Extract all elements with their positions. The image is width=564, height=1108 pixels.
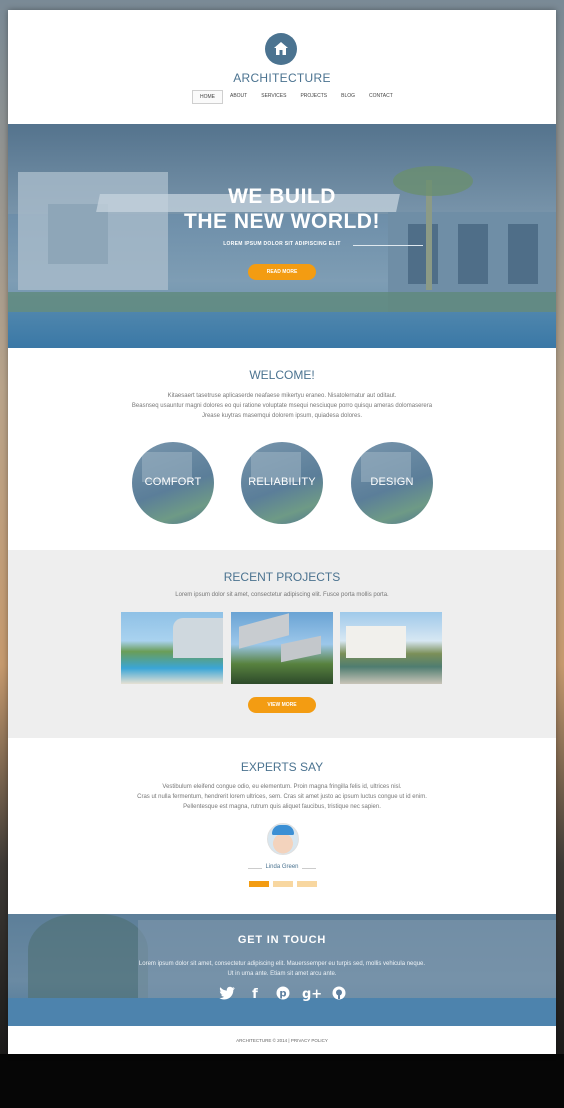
project-house: [346, 626, 406, 658]
brand-name: ARCHITECTURE: [233, 71, 331, 85]
hero-pool: [8, 312, 556, 348]
nav-contact[interactable]: CONTACT: [362, 90, 400, 103]
testimonial-author: Linda Green: [265, 864, 299, 870]
welcome-line: Kitaesaert tasetruse aplicaserde neafaes…: [167, 393, 397, 399]
contact-line: Lorem ipsum dolor sit amet, consectetur …: [138, 961, 426, 967]
github-icon[interactable]: [330, 986, 348, 1004]
welcome-text: Kitaesaert tasetruse aplicaserde neafaes…: [8, 391, 556, 421]
home-icon: [274, 42, 288, 55]
testimonial-line: Pellentesque est magna, rutrum quis aliq…: [183, 804, 381, 810]
slider-dot[interactable]: [273, 881, 293, 887]
feature-comfort[interactable]: COMFORT: [132, 442, 214, 524]
hero-subtitle: LOREM IPSUM DOLOR SIT ADIPISCING ELIT: [223, 241, 341, 247]
slider-dot-active[interactable]: [249, 881, 269, 887]
feature-reliability[interactable]: RELIABILITY: [241, 442, 323, 524]
feature-label: DESIGN: [370, 476, 414, 488]
hero-title-line2: THE NEW WORLD!: [184, 210, 380, 233]
project-solar-panel: [281, 635, 321, 663]
hero-divider: [353, 245, 423, 246]
nav-home[interactable]: HOME: [192, 90, 223, 104]
facebook-icon[interactable]: f: [246, 986, 264, 1004]
pinterest-icon[interactable]: p: [274, 986, 292, 1004]
google-plus-icon[interactable]: g+: [302, 986, 322, 1004]
view-more-button[interactable]: VIEW MORE: [248, 697, 316, 713]
hero-lawn: [8, 292, 556, 312]
helmet: [272, 825, 294, 835]
contact-line: Ut in urna ante. Etiam sit amet arcu ant…: [227, 971, 337, 977]
contact-title: GET IN TOUCH: [237, 934, 327, 946]
nav-about[interactable]: ABOUT: [223, 90, 254, 103]
projects-subtitle: Lorem ipsum dolor sit amet, consectetur …: [175, 592, 389, 598]
avatar: [267, 823, 299, 855]
testimonial-line: Cras ut nulla fermentum, hendrerit lorem…: [137, 794, 427, 800]
feature-label: RELIABILITY: [248, 476, 316, 488]
name-divider: [302, 868, 316, 869]
testimonial-line: Vestibulum eleifend congue odio, eu elem…: [162, 784, 402, 790]
nav-projects[interactable]: PROJECTS: [293, 90, 334, 103]
project-house: [173, 618, 223, 658]
social-links: f p g+: [218, 986, 348, 1006]
slider-dot[interactable]: [297, 881, 317, 887]
background-dark-band: [0, 1054, 564, 1108]
contact-text: Lorem ipsum dolor sit amet, consectetur …: [8, 959, 556, 979]
welcome-title: WELCOME!: [249, 368, 315, 382]
recent-projects-section: RECENT PROJECTS Lorem ipsum dolor sit am…: [8, 550, 556, 738]
welcome-line: Beasnseq usauntur magni dolores eo qui r…: [131, 403, 433, 409]
main-nav: HOME ABOUT SERVICES PROJECTS BLOG CONTAC…: [192, 90, 400, 104]
project-thumbnail[interactable]: [340, 612, 442, 684]
hero-banner: WE BUILD THE NEW WORLD! LOREM IPSUM DOLO…: [8, 124, 556, 348]
hero-title: WE BUILD THE NEW WORLD!: [8, 184, 556, 234]
site-header: ARCHITECTURE HOME ABOUT SERVICES PROJECT…: [8, 10, 556, 124]
projects-title: RECENT PROJECTS: [223, 570, 341, 584]
website-page: ARCHITECTURE HOME ABOUT SERVICES PROJECT…: [8, 10, 556, 1054]
experts-title: EXPERTS SAY: [240, 760, 324, 774]
nav-services[interactable]: SERVICES: [254, 90, 293, 103]
logo[interactable]: [265, 33, 297, 65]
svg-text:p: p: [279, 989, 286, 1000]
nav-blog[interactable]: BLOG: [334, 90, 362, 103]
copyright: ARCHITECTURE © 2014 | PRIVACY POLICY: [236, 1038, 328, 1043]
project-thumbnail[interactable]: [231, 612, 333, 684]
twitter-icon[interactable]: [218, 986, 236, 1004]
read-more-button[interactable]: READ MORE: [248, 264, 316, 280]
welcome-line: Jrease kuytras masemqui dolorem ipsum, q…: [201, 413, 363, 419]
feature-label: COMFORT: [144, 476, 202, 488]
experts-text: Vestibulum eleifend congue odio, eu elem…: [8, 782, 556, 812]
feature-design[interactable]: DESIGN: [351, 442, 433, 524]
project-thumbnail[interactable]: [121, 612, 223, 684]
hero-title-line1: WE BUILD: [228, 185, 336, 208]
